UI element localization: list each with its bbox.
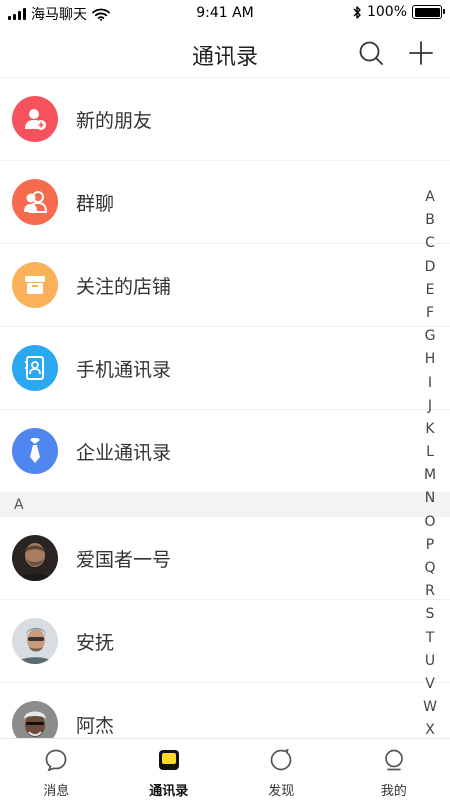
contacts-list: 新的朋友 群聊 关注的店铺 手机通讯录 企业通讯录 A 爱国者一号 安抚 阿杰 — [0, 78, 450, 766]
contact-row[interactable]: 安抚 — [0, 600, 450, 683]
index-letter-i[interactable]: I — [428, 372, 432, 395]
index-letter-m[interactable]: M — [424, 464, 436, 487]
feature-label: 新的朋友 — [76, 109, 153, 132]
nav-bar: 通讯录 — [0, 28, 450, 78]
feature-label: 关注的店铺 — [76, 275, 172, 298]
tab-label: 通讯录 — [149, 784, 189, 799]
index-letter-l[interactable]: L — [426, 441, 434, 464]
avatar — [12, 618, 58, 664]
feature-label: 手机通讯录 — [76, 358, 172, 381]
index-letter-a[interactable]: A — [425, 186, 435, 209]
tab-profile[interactable]: 我的 — [338, 739, 450, 800]
feature-followed-shops[interactable]: 关注的店铺 — [0, 244, 450, 327]
index-letter-e[interactable]: E — [426, 279, 435, 302]
index-letter-f[interactable]: F — [426, 302, 434, 325]
tab-label: 消息 — [43, 784, 70, 799]
feature-label: 群聊 — [76, 192, 115, 215]
tab-contacts[interactable]: 通讯录 — [113, 739, 226, 800]
tab-label: 我的 — [380, 784, 407, 799]
status-bar: 海马聊天 9:41 AM 100% — [0, 0, 450, 28]
contact-name: 阿杰 — [76, 714, 115, 737]
tab-bar: 消息 通讯录 发现 我的 — [0, 738, 450, 800]
tab-messages[interactable]: 消息 — [0, 739, 113, 800]
feature-enterprise-contacts[interactable]: 企业通讯录 — [0, 410, 450, 493]
add-friend-icon — [12, 96, 58, 142]
phone-contacts-icon — [12, 345, 58, 391]
feature-group-chat[interactable]: 群聊 — [0, 161, 450, 244]
feature-phone-contacts[interactable]: 手机通讯录 — [0, 327, 450, 410]
index-letter-h[interactable]: H — [425, 348, 436, 371]
index-letter-j[interactable]: J — [428, 395, 432, 418]
index-letter-k[interactable]: K — [425, 418, 434, 441]
feature-label: 企业通讯录 — [76, 441, 172, 464]
index-letter-p[interactable]: P — [426, 534, 434, 557]
feature-new-friends[interactable]: 新的朋友 — [0, 78, 450, 161]
plus-icon[interactable] — [408, 40, 434, 66]
tab-discover[interactable]: 发现 — [225, 739, 338, 800]
enterprise-contacts-icon — [12, 428, 58, 474]
shop-icon — [12, 262, 58, 308]
section-header-a: A — [0, 493, 450, 517]
index-letter-g[interactable]: G — [425, 325, 436, 348]
index-letter-w[interactable]: W — [423, 696, 437, 719]
battery-icon — [412, 5, 445, 19]
bluetooth-icon — [353, 5, 361, 19]
index-letter-d[interactable]: D — [425, 256, 436, 279]
index-letter-s[interactable]: S — [426, 603, 435, 626]
avatar — [12, 535, 58, 581]
index-letter-b[interactable]: B — [425, 209, 435, 232]
index-letter-o[interactable]: O — [424, 511, 435, 534]
index-letter-u[interactable]: U — [425, 650, 435, 673]
group-chat-icon — [12, 179, 58, 225]
discover-icon — [270, 748, 292, 771]
contact-name: 爱国者一号 — [76, 548, 172, 571]
search-icon[interactable] — [358, 40, 384, 66]
index-letter-n[interactable]: N — [425, 487, 435, 510]
message-icon — [45, 749, 67, 772]
index-letter-c[interactable]: C — [425, 232, 435, 255]
index-letter-r[interactable]: R — [425, 580, 435, 603]
contact-row[interactable]: 爱国者一号 — [0, 517, 450, 600]
index-letter-q[interactable]: Q — [424, 557, 435, 580]
contacts-icon — [158, 750, 179, 770]
index-letter-v[interactable]: V — [425, 673, 435, 696]
contact-name: 安抚 — [76, 631, 115, 654]
profile-icon — [384, 749, 403, 771]
status-bar-right: 100% — [352, 4, 445, 20]
index-letter-t[interactable]: T — [426, 627, 435, 650]
tab-label: 发现 — [268, 784, 295, 799]
battery-percent: 100% — [366, 4, 407, 20]
alphabet-index[interactable]: ABCDEFGHIJKLMNOPQRSTUVWX — [422, 186, 438, 743]
